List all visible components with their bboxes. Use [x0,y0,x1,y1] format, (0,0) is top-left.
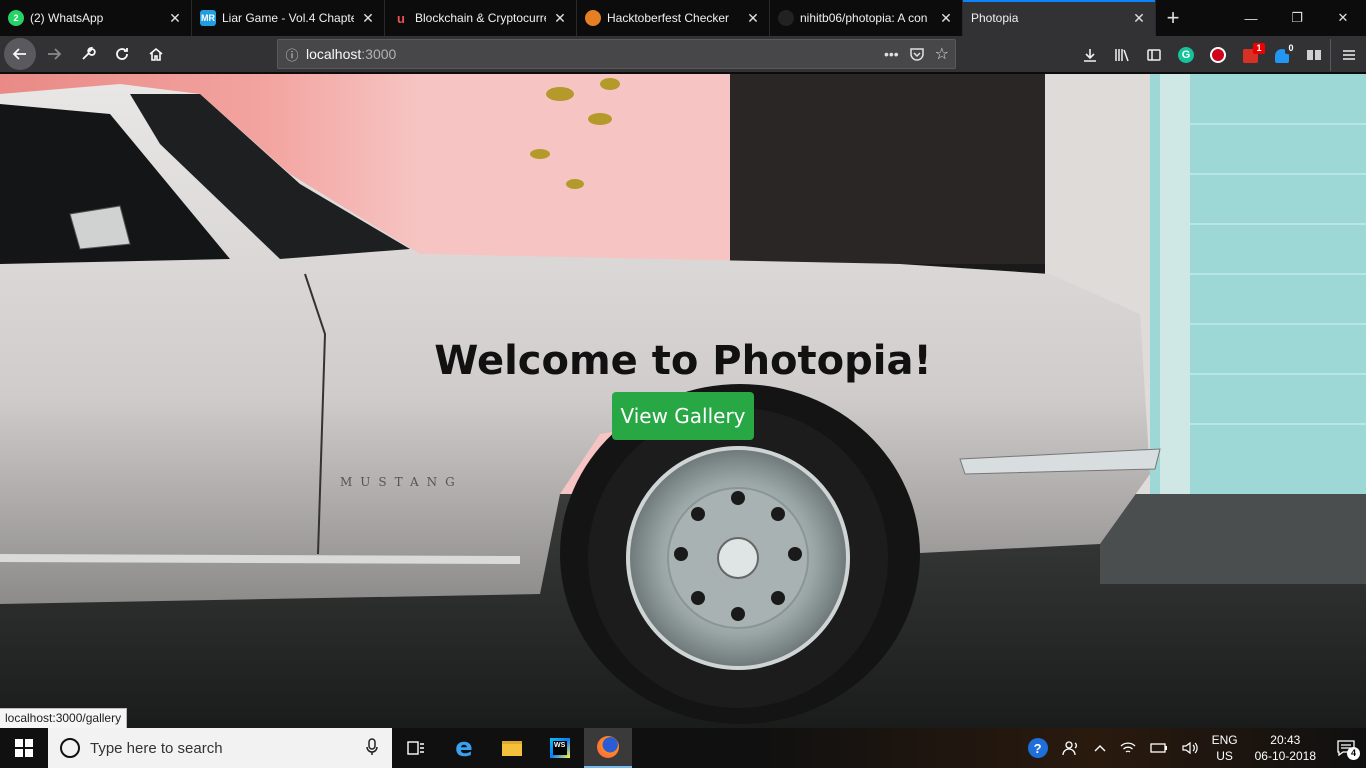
help-icon[interactable]: ? [1021,728,1055,768]
url-actions: ••• ☆ [884,40,949,68]
tab-blockchain[interactable]: u Blockchain & Cryptocurrency ✕ [385,0,577,36]
new-tab-button[interactable]: + [1156,0,1190,36]
minimize-button[interactable]: — [1228,0,1274,36]
back-button[interactable] [4,38,36,70]
link-status-tooltip: localhost:3000/gallery [0,708,128,728]
search-placeholder: Type here to search [90,739,223,757]
url-bar[interactable]: ⓘ localhost:3000 ••• ☆ [277,39,956,69]
udemy-icon: u [397,10,405,26]
site-info-icon[interactable]: ⓘ [278,45,306,64]
people-icon[interactable] [1055,728,1087,768]
edge-browser-icon[interactable]: e [440,728,488,768]
grammarly-icon[interactable]: G [1170,39,1202,71]
sidebar-icon[interactable] [1138,39,1170,71]
file-explorer-icon[interactable] [488,728,536,768]
library-icon[interactable] [1106,39,1138,71]
github-icon: ● [778,10,794,26]
tab-title: Photopia [971,11,1019,25]
bell-extension-icon[interactable]: 0 [1266,39,1298,71]
windows-taskbar: Type here to search e WS ? ENG US 20:43 … [0,728,1366,768]
close-tab-icon[interactable]: ✕ [360,10,376,26]
firefox-icon[interactable] [584,728,632,768]
tab-title: Liar Game - Vol.4 Chapter [222,11,354,25]
clock-date: 06-10-2018 [1254,749,1316,763]
restore-button[interactable]: ❐ [1274,0,1320,36]
tab-title: nihitb06/photopia: A con [800,11,928,25]
tab-hacktoberfest[interactable]: ● Hacktoberfest Checker ✕ [577,0,770,36]
url-port: :3000 [361,46,397,62]
windows-logo-icon [15,739,33,757]
language-indicator[interactable]: ENG US [1205,728,1245,768]
page-content: MUSTANG Welcome to Photopia! View Galler… [0,74,1366,728]
developer-tools-button[interactable] [72,38,104,70]
page-title: Welcome to Photopia! [434,338,932,384]
bookmark-star-icon[interactable]: ☆ [935,44,949,64]
url-host: localhost [306,46,362,62]
home-icon [149,47,163,61]
menu-icon[interactable] [1330,38,1366,71]
start-button[interactable] [0,728,48,768]
pocket-icon[interactable] [909,46,925,62]
close-tab-icon[interactable]: ✕ [745,10,761,26]
chevron-up-icon[interactable] [1087,728,1113,768]
downloads-icon[interactable] [1074,39,1106,71]
webstorm-icon[interactable]: WS [536,728,584,768]
system-clock[interactable]: 20:43 06-10-2018 [1245,728,1326,768]
volume-icon[interactable] [1175,728,1205,768]
action-center-icon[interactable]: 4 [1326,728,1366,768]
tab-title: (2) WhatsApp [30,11,104,25]
reader-view-icon[interactable] [1298,39,1330,71]
keyboard-layout: US [1216,749,1233,763]
notification-count: 4 [1347,747,1360,760]
wifi-icon[interactable] [1113,728,1143,768]
tab-liar-game[interactable]: MR Liar Game - Vol.4 Chapter ✕ [192,0,385,36]
reload-button[interactable] [106,38,138,70]
wrench-icon [82,46,96,60]
reload-icon [116,48,128,60]
close-tab-icon[interactable]: ✕ [938,10,954,26]
task-view-icon[interactable] [392,728,440,768]
forward-button[interactable] [38,38,70,70]
system-tray: ? ENG US 20:43 06-10-2018 4 [1021,728,1366,768]
extension-badge-blue: 0 [1285,42,1297,54]
language-code: ENG [1211,733,1238,747]
tab-photopia[interactable]: Photopia ✕ [963,0,1156,36]
close-window-button[interactable]: ✕ [1320,0,1366,36]
blocker-extension-icon[interactable] [1202,39,1234,71]
pumpkin-icon: ● [585,10,601,26]
mustang-lettering: MUSTANG [340,475,463,489]
navigation-toolbar: ⓘ localhost:3000 ••• ☆ G 1 0 [0,36,1366,73]
extension-badge-red: 1 [1253,42,1265,54]
clock-time: 20:43 [1270,733,1301,747]
battery-icon[interactable] [1143,728,1175,768]
gift-extension-icon[interactable]: 1 [1234,39,1266,71]
tab-title: Hacktoberfest Checker [607,11,730,25]
tab-strip: 2 (2) WhatsApp ✕ MR Liar Game - Vol.4 Ch… [0,0,1366,36]
tab-whatsapp[interactable]: 2 (2) WhatsApp ✕ [0,0,192,36]
mangarock-icon: MR [200,10,216,26]
close-tab-icon[interactable]: ✕ [552,10,568,26]
toolbar-right: G 1 0 [1074,36,1366,73]
close-tab-icon[interactable]: ✕ [167,10,183,26]
view-gallery-button[interactable]: View Gallery [612,392,754,440]
home-button[interactable] [140,38,172,70]
tab-title: Blockchain & Cryptocurrency [415,11,546,25]
back-arrow-icon [12,48,26,60]
taskbar-search-box[interactable]: Type here to search [48,728,392,768]
page-actions-icon[interactable]: ••• [884,46,899,62]
tab-github[interactable]: ● nihitb06/photopia: A con ✕ [770,0,963,36]
microphone-icon[interactable] [366,738,378,759]
forward-arrow-icon [48,48,62,60]
close-tab-icon[interactable]: ✕ [1131,10,1147,26]
whatsapp-icon: 2 [8,10,24,26]
window-controls: — ❐ ✕ [1228,0,1366,36]
cortana-icon [60,738,80,758]
